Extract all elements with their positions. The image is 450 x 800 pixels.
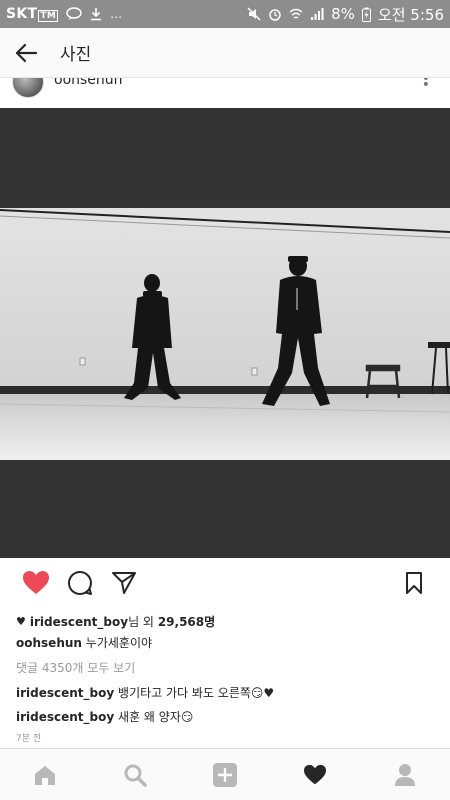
comment-user[interactable]: iridescent_boy bbox=[16, 686, 114, 700]
carrier-label: SKT TM bbox=[6, 6, 59, 22]
post-author-name[interactable]: oohsehun bbox=[54, 78, 123, 88]
ellipsis-icon: … bbox=[110, 7, 123, 21]
likes-summary[interactable]: ♥ iridescent_boy님 외 29,568명 bbox=[16, 614, 436, 630]
kakao-talk-icon bbox=[66, 7, 82, 20]
comment-text: 새훈 왜 양자😏 bbox=[118, 710, 194, 724]
post-meta: ♥ iridescent_boy님 외 29,568명 oohsehun 누가세… bbox=[16, 614, 436, 747]
post-photo-frame[interactable] bbox=[0, 108, 450, 558]
mute-icon bbox=[247, 7, 261, 21]
download-icon bbox=[91, 8, 102, 21]
comment-text: 뱅기타고 가다 봐도 오른쪽😏♥ bbox=[118, 686, 275, 700]
carrier-name: SKT bbox=[6, 6, 38, 22]
signal-icon bbox=[311, 8, 324, 20]
add-post-icon bbox=[213, 762, 237, 787]
wifi-icon bbox=[289, 8, 303, 19]
likes-count[interactable]: 29,568명 bbox=[158, 615, 215, 629]
status-bar: SKT TM … 8% 오전 5:56 bbox=[0, 0, 450, 28]
liked-by-suffix: 님 외 bbox=[128, 615, 154, 629]
comment-bubble-icon bbox=[68, 570, 92, 595]
send-paper-plane-icon bbox=[112, 572, 136, 594]
heart-filled-icon bbox=[23, 571, 49, 594]
view-all-comments-link[interactable]: 댓글 4350개 모두 보기 bbox=[16, 660, 436, 676]
avatar[interactable] bbox=[12, 78, 44, 98]
liked-by-user[interactable]: iridescent_boy bbox=[30, 615, 128, 629]
battery-percent: 8% bbox=[331, 5, 355, 23]
status-right: 8% 오전 5:56 bbox=[247, 4, 444, 25]
bookmark-icon bbox=[406, 572, 422, 594]
comment-item: iridescent_boy 새훈 왜 양자😏 bbox=[16, 709, 436, 725]
small-heart-icon: ♥ bbox=[16, 615, 26, 628]
caption-user[interactable]: oohsehun bbox=[16, 636, 82, 650]
share-button[interactable] bbox=[102, 561, 146, 605]
app-header: 사진 bbox=[0, 28, 450, 78]
profile-icon bbox=[395, 763, 415, 786]
status-left: SKT TM … bbox=[6, 6, 122, 22]
carrier-badge: TM bbox=[38, 10, 59, 22]
page-title: 사진 bbox=[60, 45, 92, 65]
post-timestamp: 7분 전 bbox=[16, 734, 42, 744]
like-button[interactable] bbox=[14, 561, 58, 605]
post-action-bar bbox=[0, 558, 450, 608]
caption: oohsehun 누가세훈이야 bbox=[16, 635, 436, 651]
comment-item: iridescent_boy 뱅기타고 가다 봐도 오른쪽😏♥ bbox=[16, 685, 436, 701]
activity-heart-icon bbox=[304, 764, 326, 784]
nav-add-post[interactable] bbox=[195, 749, 255, 800]
nav-home[interactable] bbox=[15, 749, 75, 800]
post-author-row: oohsehun • • bbox=[0, 78, 450, 108]
post-photo[interactable] bbox=[0, 208, 450, 460]
caption-text: 누가세훈이야 bbox=[85, 636, 153, 650]
back-arrow-icon bbox=[15, 43, 37, 62]
comment-button[interactable] bbox=[58, 561, 102, 605]
home-icon bbox=[35, 765, 55, 785]
search-icon bbox=[124, 764, 147, 787]
more-options-icon[interactable]: • • bbox=[422, 78, 430, 92]
save-bookmark-button[interactable] bbox=[392, 561, 436, 605]
nav-search[interactable] bbox=[105, 749, 165, 800]
alarm-icon bbox=[269, 9, 281, 21]
dance-studio-photo bbox=[0, 208, 450, 460]
comment-user[interactable]: iridescent_boy bbox=[16, 710, 114, 724]
nav-activity[interactable] bbox=[285, 749, 345, 800]
bottom-nav bbox=[0, 748, 450, 800]
status-time: 오전 5:56 bbox=[377, 5, 444, 24]
back-button[interactable] bbox=[0, 28, 52, 78]
battery-charging-icon bbox=[361, 7, 371, 22]
nav-profile[interactable] bbox=[375, 749, 435, 800]
